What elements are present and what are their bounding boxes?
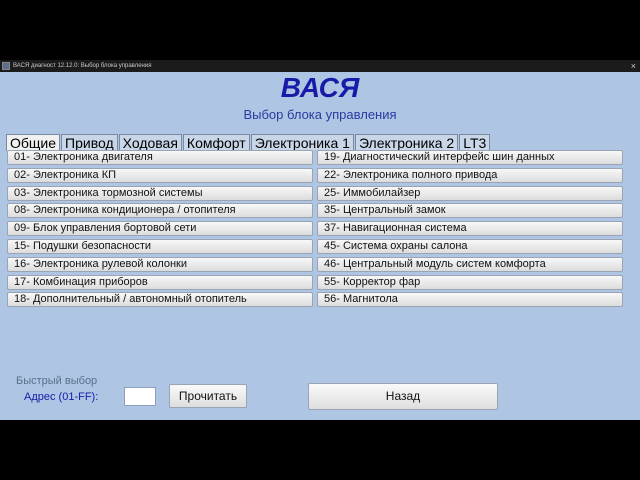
module-button[interactable]: 37- Навигационная система (317, 221, 623, 237)
app-title: ВАСЯ (280, 72, 360, 103)
address-input[interactable] (124, 387, 156, 406)
module-button[interactable]: 03- Электроника тормозной системы (7, 185, 313, 201)
module-button[interactable]: 15- Подушки безопасности (7, 238, 313, 254)
module-button[interactable]: 25- Иммобилайзер (317, 185, 623, 201)
module-button[interactable]: 08- Электроника кондиционера / отопителя (7, 203, 313, 219)
module-button[interactable]: 16- Электроника рулевой колонки (7, 256, 313, 272)
module-button[interactable]: 18- Дополнительный / автономный отопител… (7, 292, 313, 308)
module-button[interactable]: 02- Электроника КП (7, 167, 313, 183)
module-button[interactable]: 17- Комбинация приборов (7, 274, 313, 290)
tab-lt3[interactable]: LT3 (459, 134, 491, 151)
tab-chassis[interactable]: Ходовая (118, 134, 182, 151)
tab-drive[interactable]: Привод (61, 134, 118, 151)
module-column-right: 19- Диагностический интерфейс шин данных… (317, 150, 623, 310)
module-button[interactable]: 01- Электроника двигателя (7, 150, 313, 165)
module-button[interactable]: 19- Диагностический интерфейс шин данных (317, 150, 623, 165)
close-icon[interactable]: × (631, 60, 636, 72)
tab-electronics-2[interactable]: Электроника 2 (354, 134, 459, 151)
module-column-left: 01- Электроника двигателя 02- Электроник… (7, 150, 313, 310)
tab-bar: Общие Привод Ходовая Комфорт Электроника… (6, 134, 491, 151)
app-window: ВАСЯ диагност 12.12.0: Выбор блока управ… (0, 60, 640, 420)
module-button[interactable]: 56- Магнитола (317, 292, 623, 308)
quick-select-title: Быстрый выбор (16, 375, 98, 387)
module-button[interactable]: 46- Центральный модуль систем комфорта (317, 256, 623, 272)
tab-general[interactable]: Общие (6, 134, 61, 151)
back-button[interactable]: Назад (308, 383, 498, 410)
module-button[interactable]: 55- Корректор фар (317, 274, 623, 290)
address-label: Адрес (01-FF): (24, 391, 99, 403)
module-list-panel: 01- Электроника двигателя 02- Электроник… (5, 150, 633, 318)
module-button[interactable]: 09- Блок управления бортовой сети (7, 221, 313, 237)
app-icon (2, 62, 10, 70)
title-bar: ВАСЯ диагност 12.12.0: Выбор блока управ… (0, 60, 640, 72)
page-subtitle: Выбор блока управления (243, 107, 397, 122)
tab-electronics-1[interactable]: Электроника 1 (250, 134, 354, 151)
module-button[interactable]: 22- Электроника полного привода (317, 167, 623, 183)
tab-comfort[interactable]: Комфорт (182, 134, 250, 151)
window-title: ВАСЯ диагност 12.12.0: Выбор блока управ… (13, 63, 152, 69)
read-button[interactable]: Прочитать (169, 384, 247, 408)
module-button[interactable]: 45- Система охраны салона (317, 238, 623, 254)
module-button[interactable]: 35- Центральный замок (317, 203, 623, 219)
